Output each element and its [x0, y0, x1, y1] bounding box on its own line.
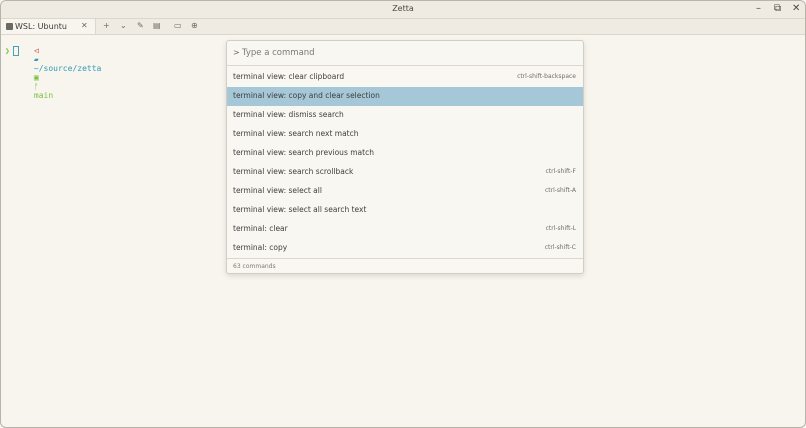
- pin-icon[interactable]: ✎: [137, 21, 144, 30]
- command-label: terminal view: search next match: [233, 129, 359, 138]
- command-label: terminal view: clear clipboard: [233, 72, 345, 81]
- folder-icon: ▰: [33, 55, 39, 64]
- terminal-icon: [6, 23, 13, 30]
- command-item[interactable]: terminal view: clear clipboard ctrl-shift…: [227, 68, 583, 87]
- command-item[interactable]: terminal view: select all search text: [227, 201, 583, 220]
- command-item[interactable]: terminal view: dismiss search: [227, 106, 583, 125]
- command-item[interactable]: terminal view: copy and clear selection: [227, 87, 583, 106]
- prompt-char: ❯: [5, 46, 10, 56]
- command-shortcut: ctrl-shift-A: [544, 187, 576, 194]
- command-item[interactable]: terminal view: search next match: [227, 125, 583, 144]
- palette-footer: 63 commands: [227, 258, 583, 274]
- command-item[interactable]: terminal view: search previous match: [227, 144, 583, 163]
- app-window: Zetta – ⧉ ✕ WSL: Ubuntu ✕ + ⌄ ✎ ▤ ▭ ⊕ ◁ …: [0, 0, 806, 428]
- command-list: terminal view: clear clipboard ctrl-shift…: [227, 68, 583, 258]
- command-shortcut: ctrl-shift-F: [545, 168, 576, 175]
- panel-icon[interactable]: ▭: [174, 21, 182, 30]
- command-shortcut: ctrl-shift-L: [545, 225, 576, 232]
- command-item[interactable]: terminal: clear ctrl-shift-L: [227, 220, 583, 239]
- command-label: terminal view: select all: [233, 186, 322, 195]
- command-count: 63 commands: [233, 263, 276, 270]
- prompt-line: ◁ ▰ ~/source/zetta ▣ ᚠ main: [5, 37, 101, 109]
- palette-input-row: >: [227, 41, 583, 66]
- command-shortcut: ctrl-shift-backspace: [517, 73, 576, 80]
- tab-label: WSL: Ubuntu: [15, 22, 67, 31]
- command-palette: > terminal view: clear clipboard ctrl-shi…: [226, 40, 584, 274]
- maximize-icon[interactable]: ⧉: [774, 3, 781, 15]
- cwd-text: ~/source/zetta: [33, 64, 102, 73]
- command-label: terminal view: select all search text: [233, 205, 367, 214]
- tab-bar: WSL: Ubuntu ✕ + ⌄ ✎ ▤ ▭ ⊕: [1, 19, 805, 35]
- window-title: Zetta: [392, 4, 414, 13]
- command-item[interactable]: terminal: copy ctrl-shift-C: [227, 239, 583, 258]
- close-icon[interactable]: ✕: [792, 3, 800, 15]
- command-item[interactable]: terminal view: select all ctrl-shift-A: [227, 182, 583, 201]
- git-icon: ▣: [33, 73, 39, 82]
- command-item[interactable]: terminal view: search scrollback ctrl-shi…: [227, 163, 583, 182]
- prompt-caret: >: [233, 48, 240, 57]
- command-label: terminal view: copy and clear selection: [233, 91, 380, 100]
- archive-icon[interactable]: ▤: [153, 21, 161, 30]
- command-search-input[interactable]: [242, 47, 572, 59]
- globe-icon[interactable]: ⊕: [191, 21, 198, 30]
- tab-wsl-ubuntu[interactable]: WSL: Ubuntu ✕: [1, 19, 96, 34]
- input-line: ❯: [5, 46, 19, 56]
- branch-text: main: [33, 91, 54, 100]
- new-tab-icon[interactable]: +: [103, 21, 110, 30]
- command-label: terminal: copy: [233, 243, 288, 252]
- command-label: terminal view: search previous match: [233, 148, 374, 157]
- branch-icon: ᚠ: [33, 82, 39, 91]
- command-label: terminal view: dismiss search: [233, 110, 344, 119]
- title-bar: Zetta – ⧉ ✕: [1, 1, 805, 19]
- command-shortcut: ctrl-shift-C: [544, 244, 576, 251]
- terminal-cursor: [12, 46, 19, 56]
- command-label: terminal view: search scrollback: [233, 167, 354, 176]
- command-label: terminal: clear: [233, 224, 288, 233]
- tab-close-icon[interactable]: ✕: [81, 21, 88, 30]
- os-icon: ◁: [33, 46, 39, 55]
- chevron-down-icon[interactable]: ⌄: [120, 21, 127, 30]
- minimize-icon[interactable]: –: [756, 3, 761, 15]
